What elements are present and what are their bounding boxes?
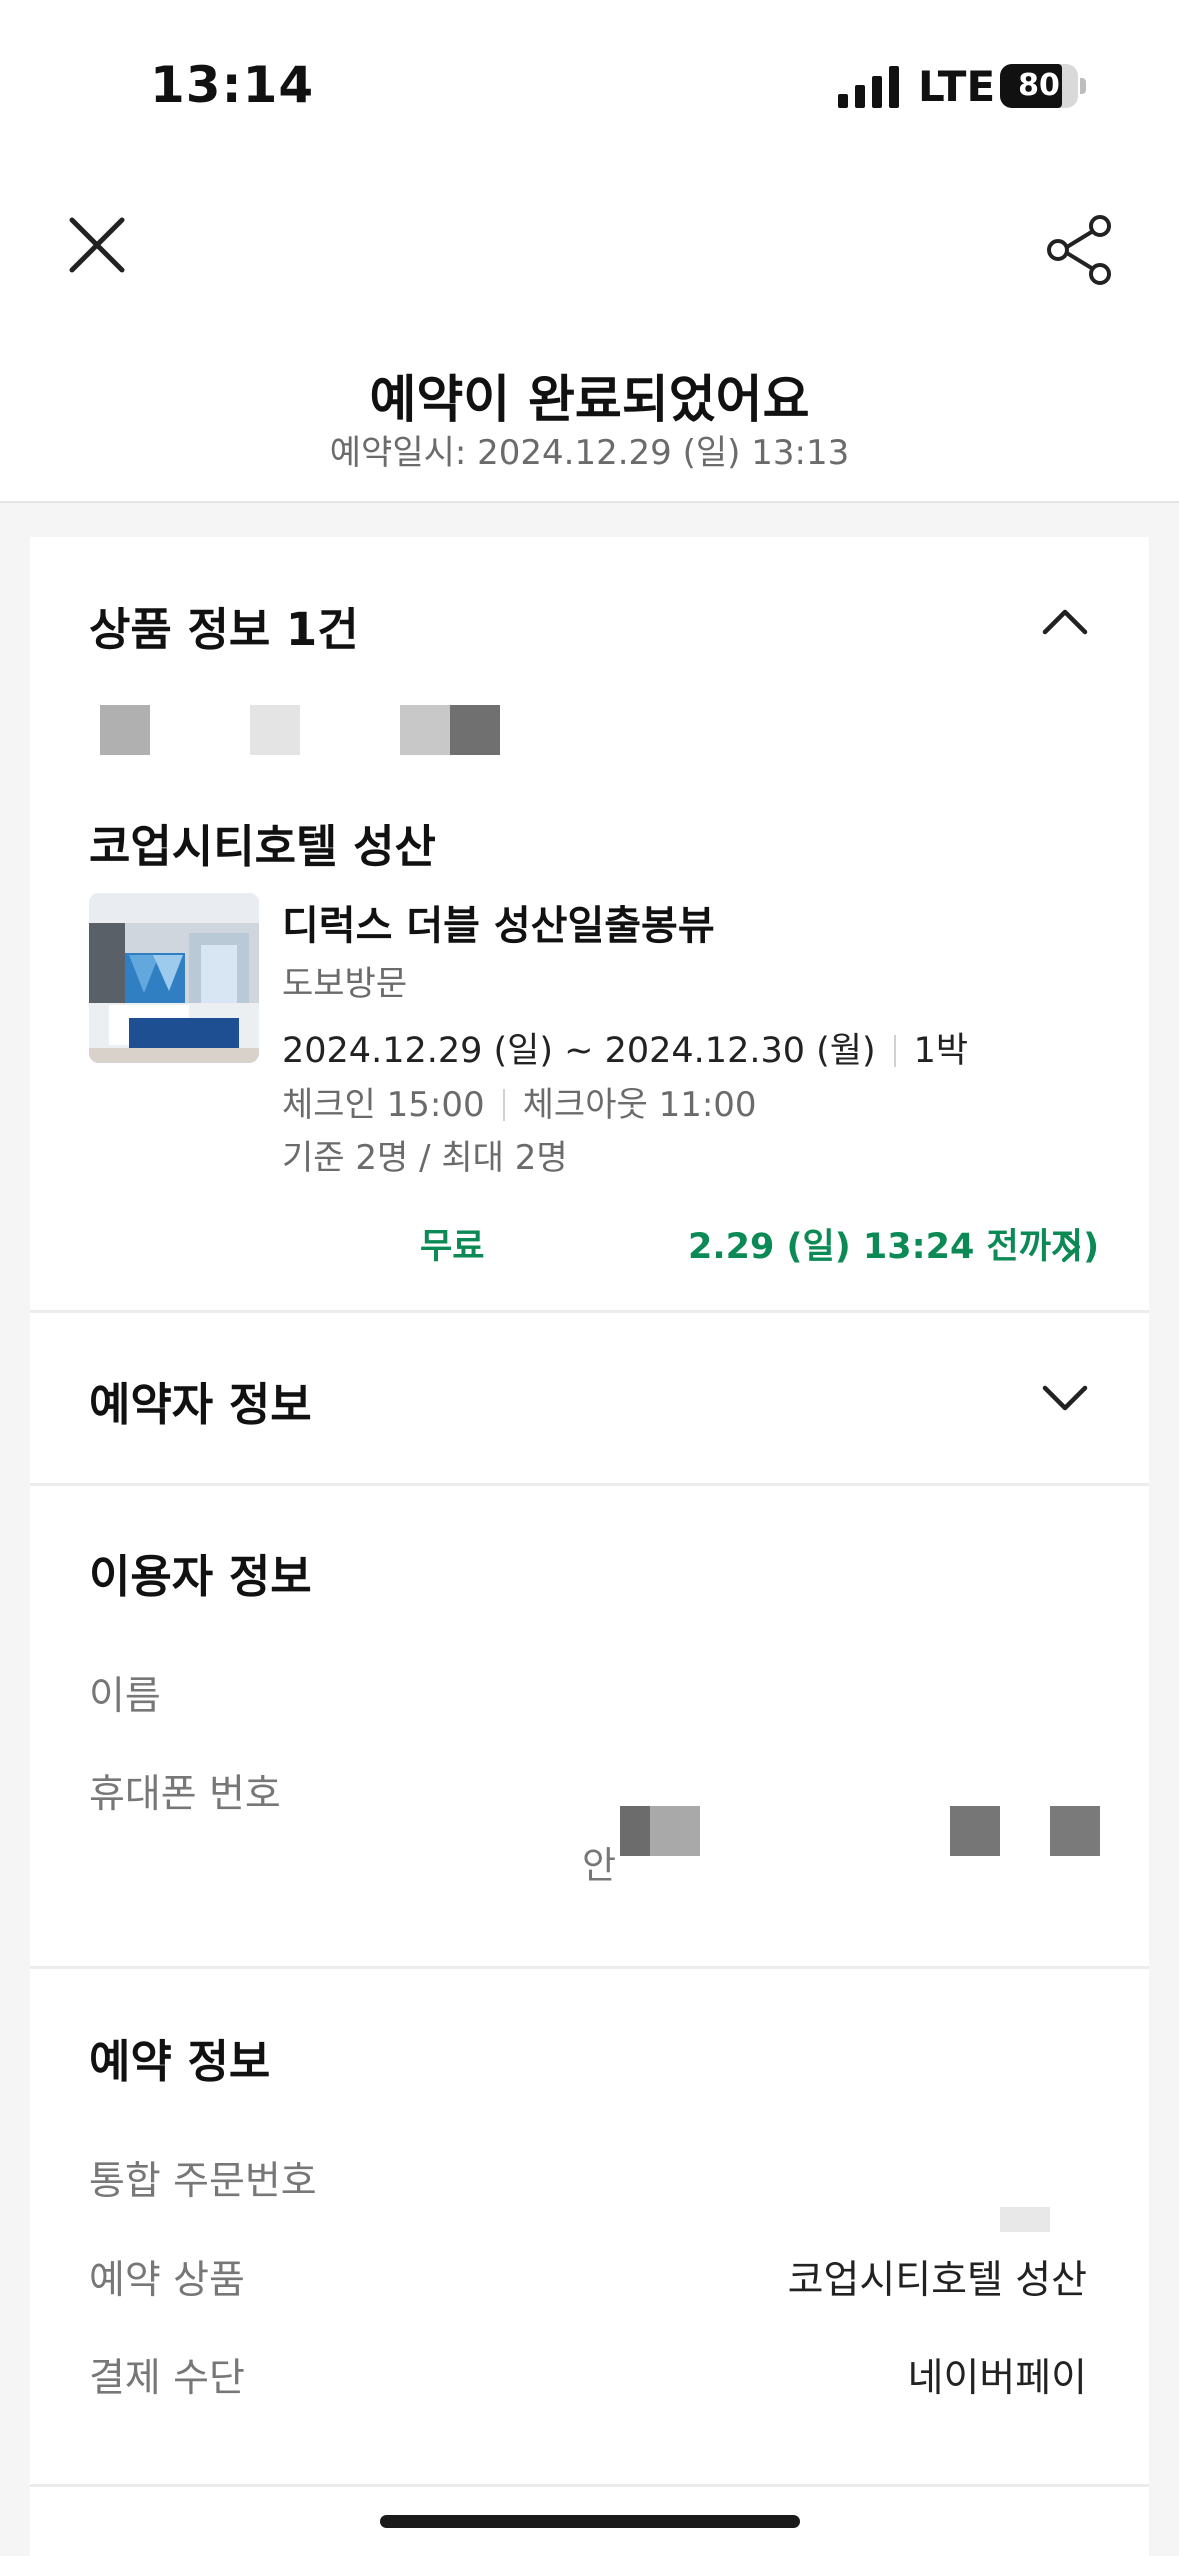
payment-label: 결제 수단	[89, 2356, 245, 2401]
phone-label: 휴대폰 번호	[89, 1772, 281, 1817]
redacted-block	[450, 705, 500, 755]
reservation-datetime: 예약일시: 2024.12.29 (일) 13:13	[329, 433, 850, 473]
nights-count: 1박	[913, 1031, 969, 1071]
product-label: 예약 상품	[89, 2258, 245, 2303]
check-times: 체크인 15:00 체크아웃 11:00	[282, 1077, 757, 1126]
booker-section-title: 예약자 정보	[89, 1378, 312, 1431]
guest-capacity: 기준 2명 / 최대 2명	[282, 1138, 568, 1178]
check-out-time: 체크아웃 11:00	[522, 1085, 757, 1125]
divider	[502, 1089, 505, 1121]
free-cancel-deadline[interactable]: 2.29 (일) 13:24 전까지)	[688, 1218, 1099, 1269]
hotel-name: 코업시티호텔 성산	[89, 820, 436, 873]
redacted-block	[490, 1205, 690, 1325]
stay-dates: 2024.12.29 (일) ~ 2024.12.30 (월) 1박	[282, 1022, 968, 1073]
redacted-block	[100, 705, 150, 755]
reservation-section-title: 예약 정보	[89, 2035, 271, 2088]
redacted-block	[650, 1806, 700, 1856]
battery-level: 80	[1018, 68, 1060, 103]
cellular-signal-icon	[838, 66, 899, 108]
product-value: 코업시티호텔 성산	[787, 2258, 1087, 2303]
home-indicator[interactable]	[380, 2515, 800, 2528]
product-section-title: 상품 정보 1건	[89, 603, 359, 656]
redacted-block	[1000, 2207, 1050, 2232]
visit-type: 도보방문	[282, 964, 408, 1004]
redacted-block	[250, 705, 300, 755]
close-icon[interactable]	[62, 210, 132, 280]
chevron-up-icon[interactable]	[1041, 606, 1089, 636]
network-type: LTE	[918, 62, 996, 111]
phone-fragment: 안	[582, 1844, 617, 1887]
battery-icon: 80	[1000, 64, 1086, 108]
page-title: 예약이 완료되었어요	[369, 371, 810, 430]
order-number-label: 통합 주문번호	[89, 2159, 317, 2204]
room-name: 디럭스 더블 성산일출봉뷰	[282, 903, 715, 949]
chevron-right-icon[interactable]	[1060, 1230, 1082, 1264]
payment-value: 네이버페이	[907, 2356, 1087, 2401]
redacted-block	[620, 1806, 650, 1856]
name-label: 이름	[89, 1674, 161, 1719]
app-root: 13:14 LTE 80 예약이 완료되었어요 예약일시: 2024.12.29…	[0, 0, 1179, 2556]
share-icon[interactable]	[1040, 212, 1120, 288]
status-time: 13:14	[150, 56, 315, 114]
free-cancel-link[interactable]: 무료	[420, 1218, 484, 1269]
redacted-block	[1050, 1806, 1100, 1856]
room-photo[interactable]	[89, 893, 259, 1063]
redacted-block	[400, 705, 450, 755]
user-section-title: 이용자 정보	[89, 1550, 312, 1603]
divider	[893, 1035, 896, 1067]
stay-date-range: 2024.12.29 (일) ~ 2024.12.30 (월)	[282, 1031, 876, 1071]
redacted-block	[950, 1806, 1000, 1856]
chevron-down-icon[interactable]	[1041, 1384, 1089, 1414]
check-in-time: 체크인 15:00	[282, 1085, 485, 1125]
